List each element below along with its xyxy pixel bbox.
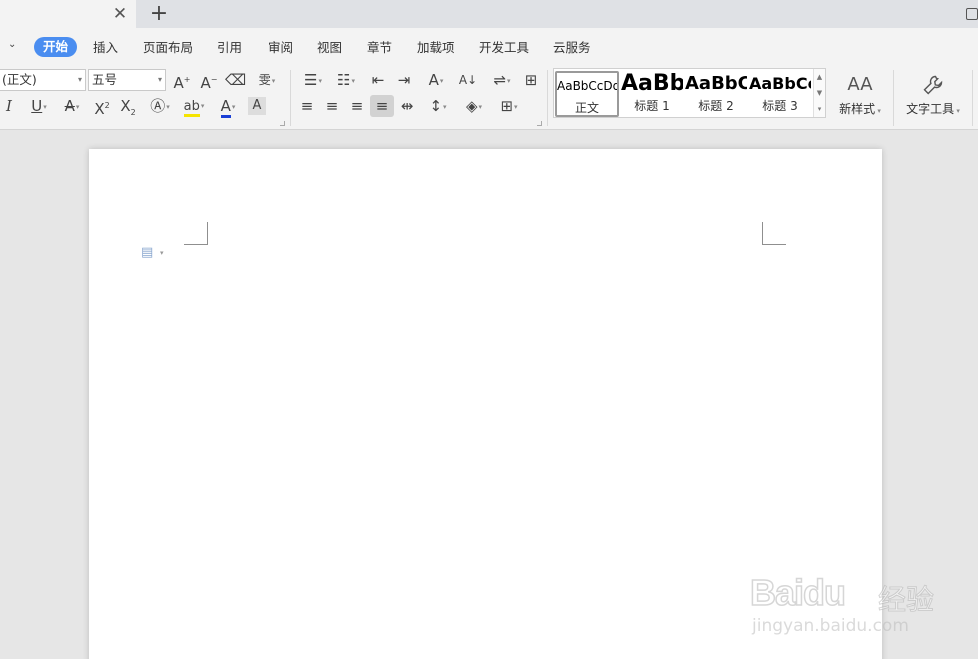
text-tools-button[interactable]: 文字工具 ▾ <box>902 70 964 122</box>
title-bar: ✕ + <box>0 0 978 28</box>
char-shading-button[interactable]: A <box>248 97 266 115</box>
font-dialog-launcher[interactable] <box>280 121 285 126</box>
style-normal[interactable]: AaBbCcDd 正文 <box>555 71 619 117</box>
sort-button[interactable]: A↓ <box>458 69 478 91</box>
superscript-button[interactable]: X2 <box>92 95 112 118</box>
italic-button[interactable]: I <box>3 95 15 117</box>
decrease-indent-button[interactable]: ⇤ <box>368 69 388 91</box>
separator <box>547 70 548 126</box>
tab-addins[interactable]: 加载项 <box>417 39 455 57</box>
style-preview: AaBbCc <box>749 74 811 93</box>
highlight-button[interactable]: ab▾ <box>180 95 208 117</box>
tab-references[interactable]: 引用 <box>217 39 242 57</box>
margin-marker-top-right <box>762 222 786 245</box>
ribbon-toolbar: (正文) ▾ 五号 ▾ A+ A− ⌫ 雯▾ I U▾ A▾ X2 X2 Ⓐ▾ ab… <box>0 66 978 130</box>
font-name-value: (正文) <box>2 72 37 87</box>
clear-format-button[interactable]: ⌫ <box>225 69 246 91</box>
text-direction-button[interactable]: A▾ <box>421 69 451 91</box>
new-tab-button[interactable]: + <box>149 3 169 25</box>
font-color-button[interactable]: A▾ <box>214 95 242 118</box>
distribute-button[interactable]: ⇹ <box>397 95 417 117</box>
separator <box>893 70 894 126</box>
style-heading-2[interactable]: AaBbC 标题 2 <box>685 71 747 117</box>
strikethrough-button[interactable]: A▾ <box>58 95 86 117</box>
font-size-select[interactable]: 五号 ▾ <box>88 69 166 91</box>
text-effect-button[interactable]: Ⓐ▾ <box>146 95 174 117</box>
phonetic-guide-button[interactable]: 雯▾ <box>252 69 282 91</box>
style-name: 标题 2 <box>698 99 734 113</box>
line-spacing-button[interactable]: ↕▾ <box>423 95 453 117</box>
tab-view[interactable]: 视图 <box>317 39 342 57</box>
style-name: 正文 <box>574 101 599 115</box>
gallery-more-icon[interactable]: ▾ <box>814 101 825 117</box>
new-style-label: 新样式 <box>839 102 876 116</box>
baidu-watermark: Baidu 经验 jingyan.baidu.com <box>749 571 950 642</box>
tab-review[interactable]: 审阅 <box>268 39 293 57</box>
style-name: 标题 3 <box>762 99 798 113</box>
justify-button[interactable]: ≡ <box>370 95 394 117</box>
scroll-up-icon[interactable]: ▲ <box>814 69 825 85</box>
bullet-list-button[interactable]: ☰▾ <box>299 69 327 91</box>
tab-section[interactable]: 章节 <box>367 39 392 57</box>
style-preview: AaBb <box>621 71 683 96</box>
wrench-icon <box>902 70 964 100</box>
text-tools-label: 文字工具 <box>906 102 955 116</box>
align-right-button[interactable]: ≡ <box>347 95 367 117</box>
style-name: 标题 1 <box>634 99 670 113</box>
style-preview: AaBbCcDd <box>557 79 617 93</box>
shading-button[interactable]: ◈▾ <box>459 95 489 117</box>
align-left-button[interactable]: ≡ <box>297 95 317 117</box>
underline-button[interactable]: U▾ <box>26 95 52 117</box>
window-restore-icon[interactable] <box>966 8 978 20</box>
shrink-font-button[interactable]: A− <box>199 69 219 92</box>
subscript-button[interactable]: X2 <box>118 95 138 117</box>
font-size-value: 五号 <box>92 72 118 87</box>
show-marks-button[interactable]: ⇌▾ <box>487 69 517 91</box>
paragraph-dialog-launcher[interactable] <box>537 121 542 126</box>
paragraph-layout-icon[interactable]: ▤ <box>141 246 155 260</box>
menu-bar: ⌄ 开始 插入 页面布局 引用 审阅 视图 章节 加载项 开发工具 云服务 <box>0 28 978 66</box>
tab-cloud-services[interactable]: 云服务 <box>553 39 591 57</box>
style-heading-1[interactable]: AaBb 标题 1 <box>621 71 683 117</box>
chevron-down-icon[interactable]: ⌄ <box>8 39 20 53</box>
table-layout-button[interactable]: ⊞ <box>521 69 541 91</box>
new-style-icon: AA <box>847 74 873 95</box>
tab-developer[interactable]: 开发工具 <box>479 39 529 57</box>
align-center-button[interactable]: ≡ <box>322 95 342 117</box>
tab-page-layout[interactable]: 页面布局 <box>143 39 193 57</box>
close-tab-icon[interactable]: ✕ <box>112 5 128 23</box>
styles-gallery: AaBbCcDd 正文 AaBb 标题 1 AaBbC 标题 2 AaBbCc … <box>553 68 826 118</box>
new-style-button[interactable]: AA 新样式 ▾ <box>834 70 886 122</box>
margin-marker-top-left <box>184 222 208 245</box>
font-name-select[interactable]: (正文) ▾ <box>0 69 86 91</box>
scroll-down-icon[interactable]: ▼ <box>814 85 825 101</box>
tab-insert[interactable]: 插入 <box>93 39 118 57</box>
increase-indent-button[interactable]: ⇥ <box>394 69 414 91</box>
numbered-list-button[interactable]: ☷▾ <box>332 69 360 91</box>
watermark-url: jingyan.baidu.com <box>752 616 909 636</box>
watermark-brand: Baidu <box>749 571 847 614</box>
separator <box>972 70 973 126</box>
borders-button[interactable]: ⊞▾ <box>494 95 524 117</box>
separator <box>290 70 291 126</box>
style-heading-3[interactable]: AaBbCc 标题 3 <box>749 71 811 117</box>
chevron-down-icon[interactable]: ▾ <box>160 249 164 257</box>
gallery-scroll[interactable]: ▲ ▼ ▾ <box>813 69 825 117</box>
document-tab[interactable]: ✕ <box>0 0 136 28</box>
grow-font-button[interactable]: A+ <box>172 69 192 92</box>
style-preview: AaBbC <box>685 73 747 94</box>
watermark-cn: 经验 <box>877 583 935 617</box>
tab-home[interactable]: 开始 <box>34 37 78 57</box>
